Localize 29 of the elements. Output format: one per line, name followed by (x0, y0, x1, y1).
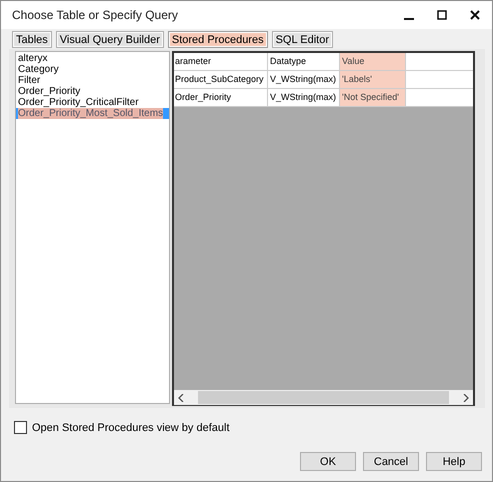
dialog-button[interactable]: Help (426, 452, 482, 471)
table-cell: Product_SubCategory (174, 71, 268, 88)
maximize-icon[interactable] (437, 10, 447, 20)
table-cell: 'Not Specified' (340, 89, 406, 106)
dialog-button[interactable]: Cancel (363, 452, 419, 471)
list-item[interactable]: Filter (16, 75, 169, 86)
list-item[interactable]: Order_Priority_CriticalFilter (16, 97, 169, 108)
scroll-right-icon[interactable] (463, 394, 469, 402)
tab[interactable]: Visual Query Builder (56, 31, 164, 48)
scrollbar-thumb[interactable] (198, 391, 449, 404)
window-title: Choose Table or Specify Query (12, 8, 178, 22)
tab[interactable]: Tables (12, 31, 52, 48)
dialog-button[interactable]: OK (300, 452, 356, 471)
close-icon[interactable] (470, 10, 480, 20)
checkbox-label: Open Stored Procedures view by default (32, 422, 230, 434)
horizontal-scrollbar[interactable] (174, 390, 473, 405)
table-cell: Order_Priority (174, 89, 268, 106)
column-header[interactable]: arameter (174, 53, 268, 70)
table-cell: 'Labels' (340, 71, 406, 88)
list-item[interactable]: alteryx (16, 53, 169, 64)
column-header[interactable]: Value (340, 53, 406, 70)
checkbox[interactable] (14, 421, 27, 434)
tab[interactable]: Stored Procedures (168, 31, 268, 48)
procedure-list[interactable]: alteryx Category Filter Order_Priority Order_Priority_CriticalFilter Order_Priority_Most_Sold_Items (15, 51, 170, 404)
list-item[interactable]: Order_Priority_Most_Sold_Items (16, 108, 169, 119)
scroll-left-icon[interactable] (178, 394, 184, 402)
tab[interactable]: SQL Editor (272, 31, 333, 48)
list-item[interactable]: Category (16, 64, 169, 75)
list-item[interactable]: Order_Priority (16, 86, 169, 97)
